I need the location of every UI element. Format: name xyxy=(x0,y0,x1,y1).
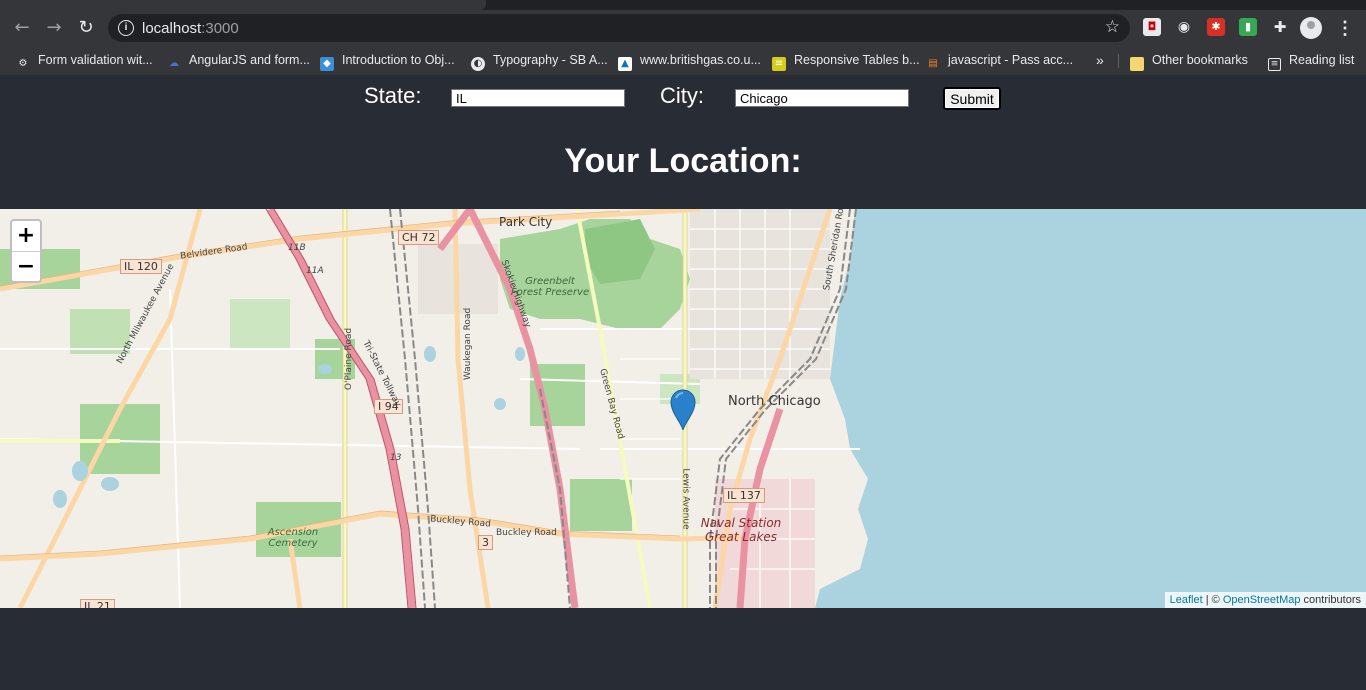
map-attribution: Leaflet | © OpenStreetMap contributors xyxy=(1164,592,1366,608)
extension-circle-icon[interactable]: ◉ xyxy=(1175,18,1193,36)
map-label-naval-station: Naval Station Great Lakes xyxy=(700,516,782,544)
bookmark-item[interactable]: ☁ AngularJS and form... xyxy=(167,52,310,70)
more-bookmarks-button[interactable]: » xyxy=(1096,52,1104,70)
road-label: O'Plaine Road xyxy=(344,327,355,391)
site-info-icon[interactable]: i xyxy=(118,20,134,36)
road-label: Waukegan Road xyxy=(463,307,474,381)
map-label-greenbelt: Greenbelt Forest Preserve xyxy=(510,276,590,298)
road-label: 13 xyxy=(390,453,402,463)
bookmark-item[interactable]: ≡ Responsive Tables b... xyxy=(772,52,920,71)
map-label-ascension: Ascension Cemetery xyxy=(267,527,319,549)
back-icon[interactable]: ← xyxy=(10,16,34,40)
globe-icon: ◐ xyxy=(471,57,485,71)
bookmark-item[interactable]: ◆ Introduction to Obj... xyxy=(320,52,455,71)
road-label: 11B xyxy=(288,243,306,253)
browser-toolbar: ← → ↻ i localhost:3000 ☆ ◘ ◉ ✱ ▮ ✚ ⋮ xyxy=(0,10,1366,46)
britishgas-icon: ▲ xyxy=(618,57,632,71)
extension-puzzle-red-icon[interactable]: ✱ xyxy=(1207,18,1225,36)
openstreetmap-link[interactable]: OpenStreetMap xyxy=(1223,594,1301,606)
active-tab[interactable] xyxy=(0,0,486,10)
bookmarks-divider xyxy=(1118,54,1119,68)
route-shield: IL 21 xyxy=(80,599,115,608)
address-bar[interactable]: i localhost:3000 ☆ xyxy=(108,14,1130,42)
road-label: 11A xyxy=(306,266,324,276)
page-title: Your Location: xyxy=(564,142,802,180)
folder-icon: ▬ xyxy=(1130,57,1144,71)
road-label: Buckley Road xyxy=(496,528,557,538)
tables-icon: ≡ xyxy=(772,57,786,71)
extension-shield-icon[interactable]: ◘ xyxy=(1143,18,1161,36)
map-label-north-chicago: North Chicago xyxy=(728,394,821,409)
other-bookmarks-folder[interactable]: ▬ Other bookmarks xyxy=(1130,52,1248,71)
profile-avatar[interactable] xyxy=(1300,17,1322,39)
extension-chart-icon[interactable]: ▮ xyxy=(1239,18,1257,36)
bookmark-item[interactable]: ▤ javascript - Pass acc... xyxy=(926,52,1073,70)
bookmarks-bar: ⚙ Form validation wit... ☁ AngularJS and f… xyxy=(0,46,1366,76)
location-marker-icon[interactable] xyxy=(670,389,696,431)
cloud-icon: ☁ xyxy=(169,58,179,69)
bookmark-item[interactable]: ◐ Typography - SB A... xyxy=(471,52,608,71)
reading-list-button[interactable]: ≡ Reading list xyxy=(1268,52,1354,71)
state-label: State: xyxy=(364,83,422,108)
url-text: localhost:3000 xyxy=(142,20,239,37)
road-label: Lewis Avenue xyxy=(680,468,691,530)
map-label-park-city: Park City xyxy=(499,215,553,229)
tab-strip xyxy=(0,0,1366,10)
bookmark-item[interactable]: ⚙ Form validation wit... xyxy=(16,52,153,70)
bookmark-star-icon[interactable]: ☆ xyxy=(1105,17,1120,37)
location-form: State: City: Submit xyxy=(0,83,1366,113)
browser-menu-icon[interactable]: ⋮ xyxy=(1336,16,1354,40)
map-container[interactable]: Park City North Chicago Greenbelt Forest… xyxy=(0,209,1366,608)
page-footer-area xyxy=(0,608,1366,690)
reload-icon[interactable]: ↻ xyxy=(74,16,98,40)
route-shield: CH 72 xyxy=(398,230,440,245)
submit-button[interactable]: Submit xyxy=(943,87,1001,110)
site-icon: ◆ xyxy=(320,57,334,71)
zoom-in-button[interactable]: + xyxy=(12,221,40,252)
city-input[interactable] xyxy=(735,89,909,107)
state-input[interactable] xyxy=(451,89,625,107)
route-shield: IL 120 xyxy=(120,259,162,274)
route-shield: IL 137 xyxy=(723,488,765,503)
zoom-out-button[interactable]: − xyxy=(12,252,40,282)
leaflet-link[interactable]: Leaflet xyxy=(1170,594,1203,606)
stackoverflow-icon: ▤ xyxy=(928,58,938,69)
city-label: City: xyxy=(660,83,704,108)
gear-icon: ⚙ xyxy=(18,58,28,69)
reading-list-icon: ≡ xyxy=(1268,58,1281,71)
extensions-puzzle-icon[interactable]: ✚ xyxy=(1271,18,1289,36)
bookmark-item[interactable]: ▲ www.britishgas.co.u... xyxy=(618,52,761,71)
zoom-control: + − xyxy=(10,219,42,283)
forward-icon[interactable]: → xyxy=(42,16,66,40)
route-shield: 3 xyxy=(478,535,493,550)
